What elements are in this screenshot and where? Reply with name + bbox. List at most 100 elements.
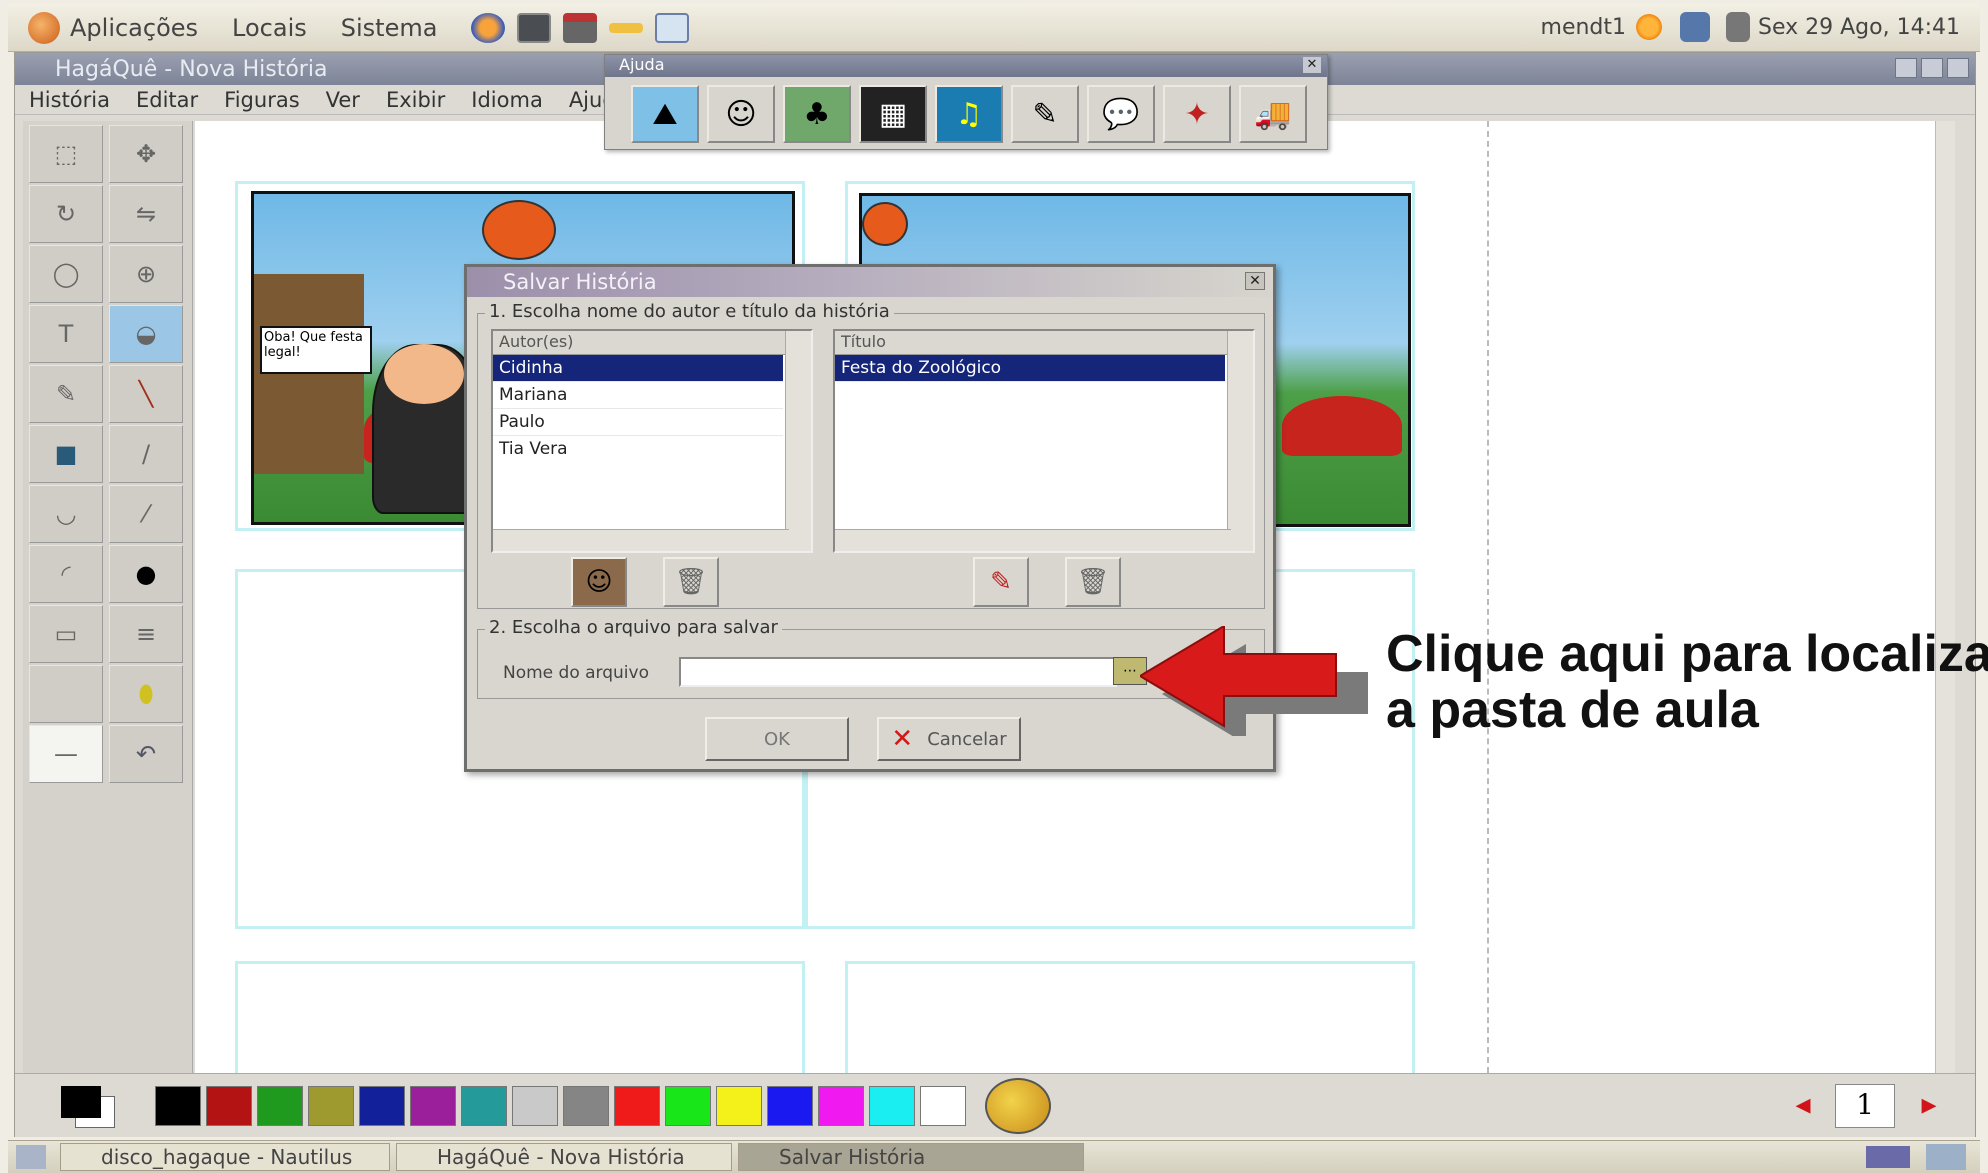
add-author-icon[interactable]: ☺ [571, 557, 627, 607]
curve-tool-icon[interactable]: ◜ [29, 545, 103, 603]
maximize-button[interactable] [1921, 58, 1943, 78]
truck-icon[interactable]: 🚚 [1239, 85, 1307, 143]
layer-tool-icon[interactable]: ≡ [109, 605, 183, 663]
canvas-vertical-scrollbar[interactable] [1935, 121, 1955, 1073]
color-swatch[interactable] [665, 1085, 711, 1126]
previous-page-icon[interactable]: ◂ [1781, 1090, 1825, 1122]
menu-places[interactable]: Locais [232, 14, 307, 42]
color-swatch[interactable] [767, 1085, 813, 1126]
page-number[interactable]: 1 [1835, 1084, 1895, 1128]
palette-close-icon[interactable]: ✕ [1303, 57, 1321, 73]
menu-figuras[interactable]: Figuras [224, 88, 299, 112]
task-nautilus[interactable]: disco_hagaque - Nautilus [60, 1143, 390, 1171]
brush-tool-icon[interactable]: ╲ [109, 365, 183, 423]
add-title-icon[interactable]: ✎ [973, 557, 1029, 607]
screenshot-icon[interactable] [655, 12, 690, 43]
network-icon[interactable] [1680, 12, 1711, 42]
terminal-icon[interactable] [517, 12, 552, 43]
show-desktop-icon[interactable] [16, 1145, 46, 1169]
menu-system[interactable]: Sistema [341, 14, 438, 42]
close-window-button[interactable] [1947, 58, 1969, 78]
color-swatch[interactable] [206, 1085, 252, 1126]
weather-sun-icon[interactable] [1634, 12, 1665, 42]
titles-vertical-scrollbar[interactable] [1227, 331, 1253, 551]
rotate-tool-icon[interactable]: ↻ [29, 185, 103, 243]
flip-tool-icon[interactable]: ⇋ [109, 185, 183, 243]
color-swatch[interactable] [920, 1085, 966, 1126]
author-item[interactable]: Cidinha [493, 355, 783, 382]
current-colors[interactable] [55, 1082, 125, 1130]
workspace-switcher[interactable] [1866, 1146, 1910, 1168]
color-swatch[interactable] [257, 1085, 303, 1126]
menu-historia[interactable]: História [29, 88, 110, 112]
author-item[interactable]: Tia Vera [493, 436, 783, 463]
firefox-icon[interactable] [471, 12, 506, 43]
network-tool-icon[interactable] [563, 12, 598, 43]
color-swatch[interactable] [155, 1085, 201, 1126]
color-swatch[interactable] [869, 1085, 915, 1126]
fill-bucket-icon[interactable]: ◒ [109, 305, 183, 363]
title-item[interactable]: Festa do Zoológico [835, 355, 1225, 382]
pencil-tool-icon[interactable]: ✎ [29, 365, 103, 423]
color-swatch[interactable] [614, 1085, 660, 1126]
comic-panel-5[interactable] [235, 961, 805, 1073]
task-save-dialog[interactable]: Salvar História [738, 1143, 1084, 1171]
titles-horizontal-scrollbar[interactable] [835, 529, 1231, 551]
ellipse-tool-icon[interactable]: ● [109, 545, 183, 603]
text-tool-icon[interactable]: T [29, 305, 103, 363]
ok-button[interactable]: OK [705, 717, 849, 761]
next-page-icon[interactable]: ▸ [1907, 1090, 1951, 1122]
key-icon[interactable] [609, 22, 644, 33]
color-swatch[interactable] [410, 1085, 456, 1126]
onomatopoeia-icon[interactable]: ✦ [1163, 85, 1231, 143]
authors-horizontal-scrollbar[interactable] [493, 529, 789, 551]
menu-applications[interactable]: Aplicações [70, 14, 198, 42]
color-swatch[interactable] [512, 1085, 558, 1126]
blank-tool-icon[interactable] [29, 665, 103, 723]
dialog-close-icon[interactable]: ✕ [1245, 272, 1265, 290]
trash-icon[interactable] [1926, 1144, 1966, 1170]
music-icon[interactable]: ♫ [935, 85, 1003, 143]
objects-icon[interactable]: ▦ [859, 85, 927, 143]
menu-exibir[interactable]: Exibir [386, 88, 445, 112]
file-name-input[interactable] [679, 657, 1117, 687]
authors-vertical-scrollbar[interactable] [785, 331, 811, 551]
delete-title-icon[interactable]: 🗑 [1065, 557, 1121, 607]
task-hagaque[interactable]: HagáQuê - Nova História [396, 1143, 732, 1171]
color-swatch[interactable] [818, 1085, 864, 1126]
color-swatch[interactable] [359, 1085, 405, 1126]
color-swatch[interactable] [308, 1085, 354, 1126]
custom-color-icon[interactable] [985, 1077, 1051, 1134]
comic-panel-6[interactable] [845, 961, 1415, 1073]
scene-icon[interactable]: ♣ [783, 85, 851, 143]
palette-titlebar[interactable]: Ajuda ✕ [605, 55, 1327, 77]
eraser-tool-icon[interactable]: ■ [29, 425, 103, 483]
select-tool-icon[interactable]: ⬚ [29, 125, 103, 183]
line-tool-icon[interactable]: / [109, 425, 183, 483]
landscape-icon[interactable]: ⛰ [631, 85, 699, 143]
lasso-tool-icon[interactable]: ◡ [29, 485, 103, 543]
menu-editar[interactable]: Editar [136, 88, 198, 112]
titles-list[interactable]: Título Festa do Zoológico [833, 329, 1255, 553]
foreground-color-swatch[interactable] [61, 1085, 101, 1118]
color-swatch[interactable] [563, 1085, 609, 1126]
zoom-out-tool-icon[interactable]: ◯ [29, 245, 103, 303]
cancel-button[interactable]: ✕ Cancelar [877, 717, 1021, 761]
rect-tool-icon[interactable]: ▭ [29, 605, 103, 663]
menu-idioma[interactable]: Idioma [471, 88, 543, 112]
spray-tool-icon[interactable]: ⁄ [109, 485, 183, 543]
undo-tool-icon[interactable]: ↶ [109, 725, 183, 783]
authors-list[interactable]: Autor(es) Cidinha Mariana Paulo Tia Vera [491, 329, 813, 553]
zoom-in-tool-icon[interactable]: ⊕ [109, 245, 183, 303]
delete-author-icon[interactable]: 🗑 [663, 557, 719, 607]
author-item[interactable]: Paulo [493, 409, 783, 436]
menu-ver[interactable]: Ver [326, 88, 360, 112]
character-icon[interactable]: ☺ [707, 85, 775, 143]
volume-icon[interactable] [1726, 12, 1751, 42]
notes-icon[interactable]: ✎ [1011, 85, 1079, 143]
color-swatch[interactable] [716, 1085, 762, 1126]
color-swatch[interactable] [461, 1085, 507, 1126]
ubuntu-logo-icon[interactable] [28, 11, 60, 44]
dialog-titlebar[interactable]: Salvar História ✕ [467, 267, 1273, 297]
speech-balloon-icon[interactable]: 💬 [1087, 85, 1155, 143]
